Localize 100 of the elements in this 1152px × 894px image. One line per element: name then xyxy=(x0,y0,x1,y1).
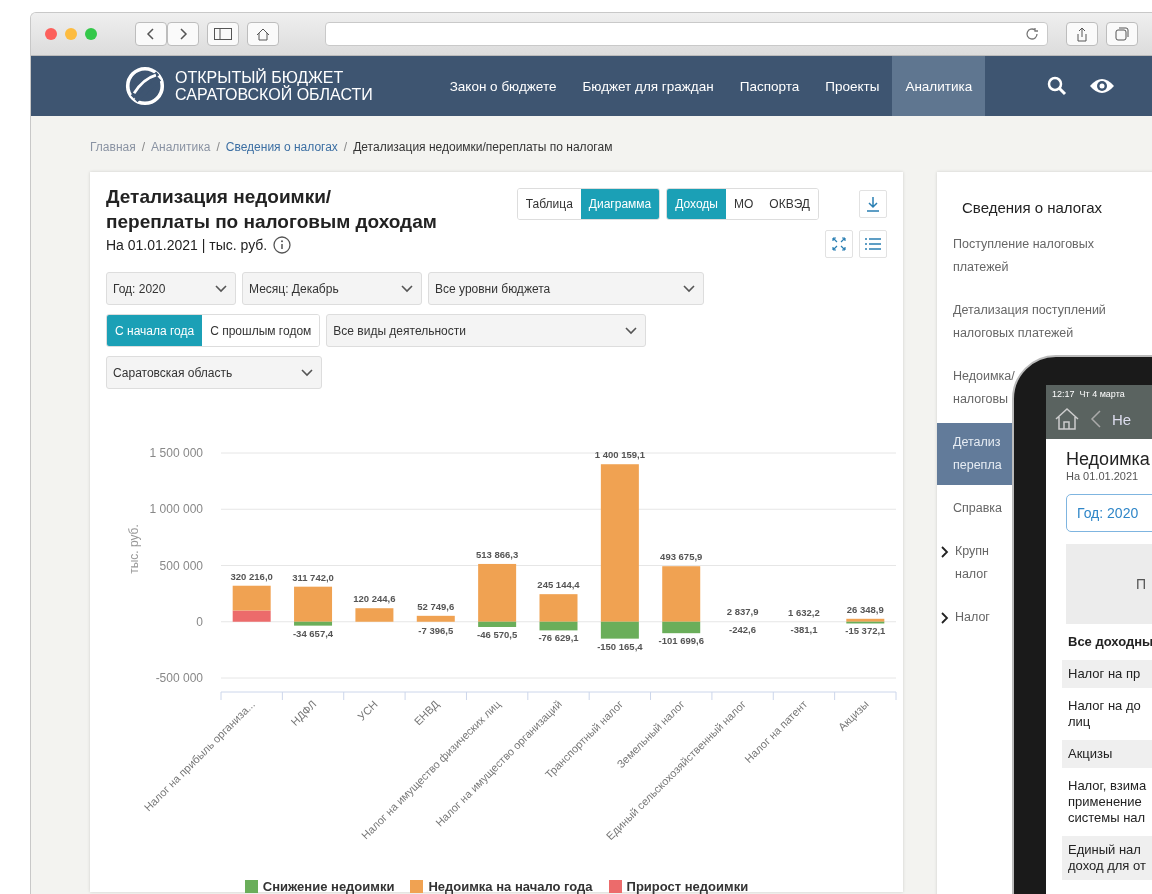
dropdown[interactable]: Саратовская область xyxy=(106,356,322,389)
legend-label[interactable]: Недоимка на начало года xyxy=(428,879,593,894)
data-label: 493 675,9 xyxy=(660,551,703,563)
data-label: 26 348,9 xyxy=(846,603,884,615)
bar xyxy=(416,615,455,622)
data-label: 52 749,6 xyxy=(417,600,455,612)
data-label: -7 396,5 xyxy=(418,624,454,636)
data-label: -101 699,6 xyxy=(658,635,704,647)
data-label: -15 372,1 xyxy=(845,625,886,637)
breadcrumb-link[interactable]: Сведения о налогах xyxy=(225,140,338,160)
data-label: -46 570,5 xyxy=(477,629,518,640)
phone-header-title: Не xyxy=(1112,410,1132,428)
fullscreen-icon xyxy=(832,237,846,251)
axis-tick-label: -500 000 xyxy=(155,671,203,685)
breadcrumb-separator: / xyxy=(216,140,220,156)
chevron-down-icon xyxy=(301,368,313,377)
legend-label[interactable]: Снижение недоимки xyxy=(262,879,395,894)
breadcrumb-separator: / xyxy=(141,140,146,156)
window-close-button[interactable] xyxy=(45,28,57,40)
sidebar-link[interactable]: Детализ перепла xyxy=(937,423,1012,485)
sidebar-icon xyxy=(214,28,232,40)
search-icon[interactable] xyxy=(1047,76,1068,96)
chevron-down-icon xyxy=(215,284,227,293)
menu-button[interactable] xyxy=(859,230,887,258)
list-icon xyxy=(865,238,881,250)
legend-label[interactable]: Прирост недоимки xyxy=(626,879,749,894)
sidebar-link[interactable]: Справка xyxy=(937,489,1003,528)
tabs-icon xyxy=(1115,27,1129,41)
data-label: 320 216,0 xyxy=(230,570,273,582)
sidebar-link[interactable]: Недоимка/ налоговы xyxy=(937,357,1015,419)
table-row-text: Налог на до лиц xyxy=(1067,697,1142,731)
sidebar-title: Сведения о налогах xyxy=(961,198,1104,218)
download-icon xyxy=(866,196,880,212)
window-minimize-button[interactable] xyxy=(65,28,77,40)
share-icon xyxy=(1076,26,1088,42)
phone-panel: П xyxy=(1066,544,1152,624)
back-chevron-icon[interactable] xyxy=(1090,409,1102,429)
axis-tick-label: 0 xyxy=(196,614,203,629)
nav-link[interactable]: Бюджет для граждан xyxy=(569,56,727,116)
data-label: 513 866,3 xyxy=(476,548,519,560)
logo-icon xyxy=(125,66,165,106)
data-label: 1 632,2 xyxy=(788,606,820,618)
sidebar-link[interactable]: Крупн налог xyxy=(937,532,989,594)
sidebar-link[interactable]: Налог xyxy=(937,598,990,637)
nav-link[interactable]: Аналитика xyxy=(892,56,986,116)
nav-link[interactable]: Паспорта xyxy=(726,56,813,116)
sidebar-link[interactable]: Поступление налоговых платежей xyxy=(937,225,1094,287)
report-subtitle: На 01.01.2021 | тыс. руб. xyxy=(106,237,268,253)
phone-title: Недоимка xyxy=(1065,448,1151,470)
data-label: -76 629,1 xyxy=(538,632,579,644)
axis-tick-label: 1 000 000 xyxy=(149,502,203,517)
data-label: 2 837,9 xyxy=(726,606,759,618)
dropdown[interactable]: Год: 2020 xyxy=(106,272,236,305)
sidebar-link[interactable]: Детализация поступлений налоговых платежей xyxy=(937,291,1106,353)
table-row: Акцизы xyxy=(1062,740,1152,768)
breadcrumb-separator: / xyxy=(343,140,348,156)
nav-link[interactable]: Проекты xyxy=(812,56,893,116)
data-label: -34 657,4 xyxy=(292,627,334,639)
table-row: Налог на пр xyxy=(1062,660,1152,688)
chevron-down-icon xyxy=(683,284,695,293)
back-icon xyxy=(146,27,156,41)
axis-title: тыс. руб. xyxy=(127,524,141,574)
data-label: 311 742,0 xyxy=(292,571,334,583)
dropdown[interactable]: Месяц: Декабрь xyxy=(242,272,422,305)
axis-tick-label: 500 000 xyxy=(159,558,203,573)
table-row-text: Все доходны xyxy=(1067,633,1152,651)
tabs-button[interactable] xyxy=(1106,22,1138,46)
forward-icon xyxy=(178,27,188,41)
info-icon[interactable] xyxy=(273,236,292,254)
status-bar-text: 12:17 Чт 4 марта xyxy=(1046,385,1152,399)
home-button[interactable] xyxy=(247,22,279,46)
forward-button[interactable] xyxy=(167,22,199,46)
data-label: -150 165,4 xyxy=(597,640,643,652)
table-row: Единый нал доход для от xyxy=(1062,836,1152,880)
data-label: 1 400 159,1 xyxy=(594,449,645,461)
download-button[interactable] xyxy=(859,190,887,218)
chevron-down-icon xyxy=(401,284,413,293)
eye-icon[interactable] xyxy=(1089,77,1116,95)
fullscreen-button[interactable] xyxy=(825,230,853,258)
axis-tick-label: 1 500 000 xyxy=(149,446,203,460)
home-icon[interactable] xyxy=(1054,407,1080,431)
dropdown[interactable]: Все уровни бюджета xyxy=(428,272,704,305)
report-title: Детализация недоимки/ переплаты по налоговым доходам xyxy=(106,185,437,234)
table-row-text: Налог, взима применение системы нал xyxy=(1067,777,1148,827)
dropdown[interactable]: Все виды деятельности xyxy=(326,314,647,347)
nav-link[interactable]: Закон о бюджете xyxy=(436,56,570,116)
home-icon xyxy=(256,27,270,41)
reload-icon[interactable] xyxy=(1025,27,1039,41)
data-label: 120 244,6 xyxy=(353,593,396,605)
phone-subtitle: На 01.01.2021 xyxy=(1065,470,1140,482)
chevron-right-icon xyxy=(941,546,949,558)
sidebar-button[interactable] xyxy=(207,22,239,46)
chevron-right-icon xyxy=(941,612,949,624)
data-label: -242,6 xyxy=(729,623,757,635)
share-button[interactable] xyxy=(1066,22,1098,46)
year-dropdown[interactable]: Год: 2020 xyxy=(1066,494,1152,532)
bar xyxy=(355,608,394,622)
back-button[interactable] xyxy=(135,22,167,46)
window-zoom-button[interactable] xyxy=(85,28,97,40)
data-label: -381,1 xyxy=(790,623,818,635)
